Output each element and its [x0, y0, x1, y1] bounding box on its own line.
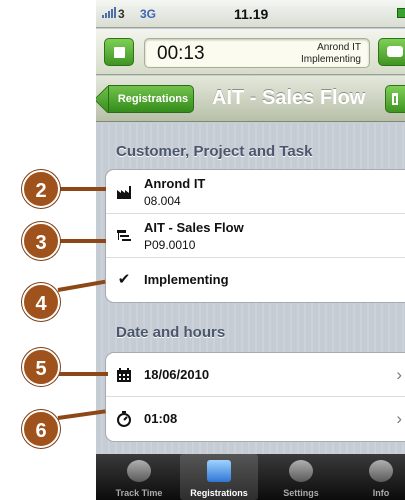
callout-5-leader: [58, 372, 108, 376]
section-header-task: Customer, Project and Task: [116, 143, 313, 160]
timer-customer: Anrond IT: [317, 42, 361, 53]
calendar-icon: [116, 367, 132, 383]
task-row[interactable]: ✔ Implementing: [106, 258, 405, 302]
trash-icon: [392, 93, 398, 105]
date-row[interactable]: 18/06/2010 ›: [106, 353, 405, 397]
gear-icon: [289, 460, 313, 482]
delete-button[interactable]: [385, 85, 405, 113]
customer-row[interactable]: Anrond IT 08.004: [106, 170, 405, 214]
task-group: Anrond IT 08.004 AIT - Sales Flow P09.00…: [105, 169, 405, 303]
tab-label: Registrations: [190, 488, 248, 498]
factory-icon: [116, 184, 132, 200]
network-type: 3G: [140, 7, 157, 21]
back-button-container: Registrations: [96, 76, 216, 122]
stop-timer-button[interactable]: [104, 38, 134, 66]
chevron-right-icon: ›: [396, 365, 402, 384]
running-timer[interactable]: 00:13 Anrond IT Implementing: [144, 38, 370, 68]
hours-row[interactable]: 01:08 ›: [106, 397, 405, 441]
customer-code: 08.004: [144, 194, 181, 208]
tab-track-time[interactable]: Track Time: [100, 454, 178, 500]
section-header-date: Date and hours: [116, 324, 226, 341]
status-bar: 3 3G 11.19: [96, 0, 405, 28]
phone-screen: 3 3G 11.19 00:13 Anrond IT Implementing …: [96, 0, 405, 500]
stopwatch-icon: [116, 411, 132, 427]
callout-4: 4: [22, 283, 60, 321]
date-group: 18/06/2010 › 01:08 ›: [105, 352, 405, 442]
tab-registrations[interactable]: Registrations: [180, 454, 258, 500]
info-icon: [369, 460, 393, 482]
screenshot-stage: 2 3 4 5 6 3 3G 11.19 00:13 Anrond IT Imp…: [0, 0, 405, 500]
tab-label: Track Time: [115, 488, 163, 498]
battery-icon: [397, 8, 405, 18]
task-name: Implementing: [144, 272, 229, 287]
tab-label: Settings: [283, 488, 319, 498]
checkmark-icon: ✔: [117, 271, 131, 288]
tray-icon: [207, 460, 231, 482]
signal-strength-icon: [102, 6, 116, 18]
callout-5: 5: [22, 348, 60, 386]
stop-icon: [113, 46, 125, 58]
comment-button[interactable]: [378, 38, 405, 66]
callout-6: 6: [22, 410, 60, 448]
timer-elapsed: 00:13: [157, 43, 205, 64]
hours-value: 01:08: [144, 411, 178, 426]
navigation-bar: Registrations AIT - Sales Flow: [96, 76, 405, 122]
tab-bar: Track Time Registrations Settings Info: [96, 454, 405, 500]
chevron-right-icon: ›: [396, 409, 402, 428]
project-row[interactable]: AIT - Sales Flow P09.0010: [106, 214, 405, 258]
stopwatch-icon: [127, 460, 151, 482]
callout-2-leader: [58, 187, 106, 191]
page-title: AIT - Sales Flow: [212, 87, 366, 109]
tab-settings[interactable]: Settings: [262, 454, 340, 500]
tab-info[interactable]: Info: [342, 454, 405, 500]
timer-info: Anrond IT Implementing: [301, 42, 361, 66]
status-time: 11.19: [234, 6, 269, 22]
timer-bar: 00:13 Anrond IT Implementing: [96, 29, 405, 75]
timer-task: Implementing: [300, 54, 361, 65]
project-code: P09.0010: [144, 238, 196, 252]
callout-3-leader: [58, 239, 106, 243]
carrier-label: 3: [118, 7, 125, 21]
hierarchy-icon: [116, 228, 132, 244]
back-button-registrations[interactable]: Registrations: [108, 85, 194, 113]
date-value: 18/06/2010: [144, 367, 210, 382]
speech-bubble-icon: [387, 46, 403, 57]
customer-name: Anrond IT: [144, 176, 206, 191]
callout-2: 2: [22, 170, 60, 208]
detail-content: Customer, Project and Task Anrond IT 08.…: [96, 123, 405, 454]
tab-label: Info: [372, 488, 390, 498]
project-name: AIT - Sales Flow: [144, 220, 244, 235]
callout-3: 3: [22, 222, 60, 260]
